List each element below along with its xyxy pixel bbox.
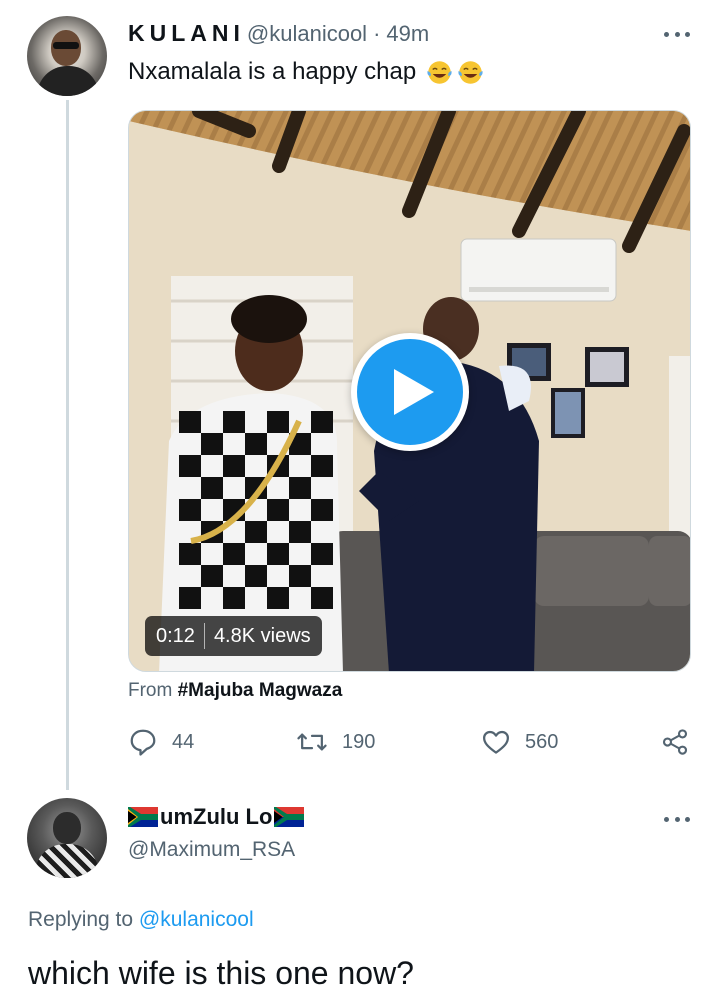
south-africa-flag-icon <box>128 807 158 827</box>
reply-tweet-text: which wife is this one now? <box>28 955 414 991</box>
original-tweet[interactable]: KULANI @kulanicool · 49m Nxamalala is a … <box>0 0 720 790</box>
author-handle[interactable]: @kulanicool <box>247 21 367 47</box>
thread-connector-line <box>66 100 69 790</box>
reply-icon <box>130 729 156 756</box>
play-icon <box>394 369 434 415</box>
share-icon <box>662 729 688 755</box>
play-button[interactable] <box>351 333 469 451</box>
separator-dot: · <box>373 21 381 46</box>
tears-of-joy-emoji-icon <box>427 60 452 84</box>
tweet-actions-bar: 44 190 560 <box>128 725 693 759</box>
reply-author-handle[interactable]: @Maximum_RSA <box>128 838 295 862</box>
tweet-header: KULANI @kulanicool · 49m <box>128 20 429 48</box>
reply-author-name-row[interactable]: umZulu Lo <box>128 804 305 830</box>
replying-to-prefix: Replying to <box>28 908 134 931</box>
tweet-timestamp[interactable]: 49m <box>386 21 429 47</box>
more-options-icon[interactable] <box>664 814 690 824</box>
video-duration: 0:12 <box>156 624 195 647</box>
source-hashtag[interactable]: #Majuba Magwaza <box>178 680 343 701</box>
video-player[interactable]: 0:12 4.8K views <box>128 110 691 672</box>
reply-count: 44 <box>172 730 195 753</box>
retweet-button[interactable]: 190 <box>296 725 375 759</box>
source-prefix: From <box>128 680 173 701</box>
retweet-icon <box>297 733 327 751</box>
south-africa-flag-icon <box>274 807 305 827</box>
author-display-name[interactable]: KULANI <box>128 20 245 47</box>
retweet-count: 190 <box>342 730 376 753</box>
heart-icon <box>483 730 509 754</box>
tweet-text: Nxamalala is a happy chap <box>128 58 484 86</box>
reply-tweet[interactable]: umZulu Lo @Maximum_RSA Replying to @kula… <box>0 790 720 1008</box>
like-count: 560 <box>525 730 559 753</box>
video-views: 4.8K views <box>213 624 311 647</box>
reply-author-avatar[interactable] <box>27 798 107 878</box>
share-button[interactable] <box>660 725 690 759</box>
replying-to-line: Replying to @kulanicool <box>28 908 254 932</box>
tears-of-joy-emoji-icon <box>458 60 483 84</box>
author-avatar[interactable] <box>27 16 107 96</box>
video-info-badge: 0:12 4.8K views <box>145 616 322 656</box>
tweet-text-content: Nxamalala is a happy chap <box>128 58 417 85</box>
more-options-icon[interactable] <box>664 29 690 39</box>
video-source-attribution: From #Majuba Magwaza <box>128 680 342 702</box>
reply-button[interactable]: 44 <box>128 725 194 759</box>
replying-to-handle-link[interactable]: @kulanicool <box>139 908 254 931</box>
like-button[interactable]: 560 <box>481 725 558 759</box>
reply-author-display-name[interactable]: umZulu Lo <box>160 804 272 830</box>
